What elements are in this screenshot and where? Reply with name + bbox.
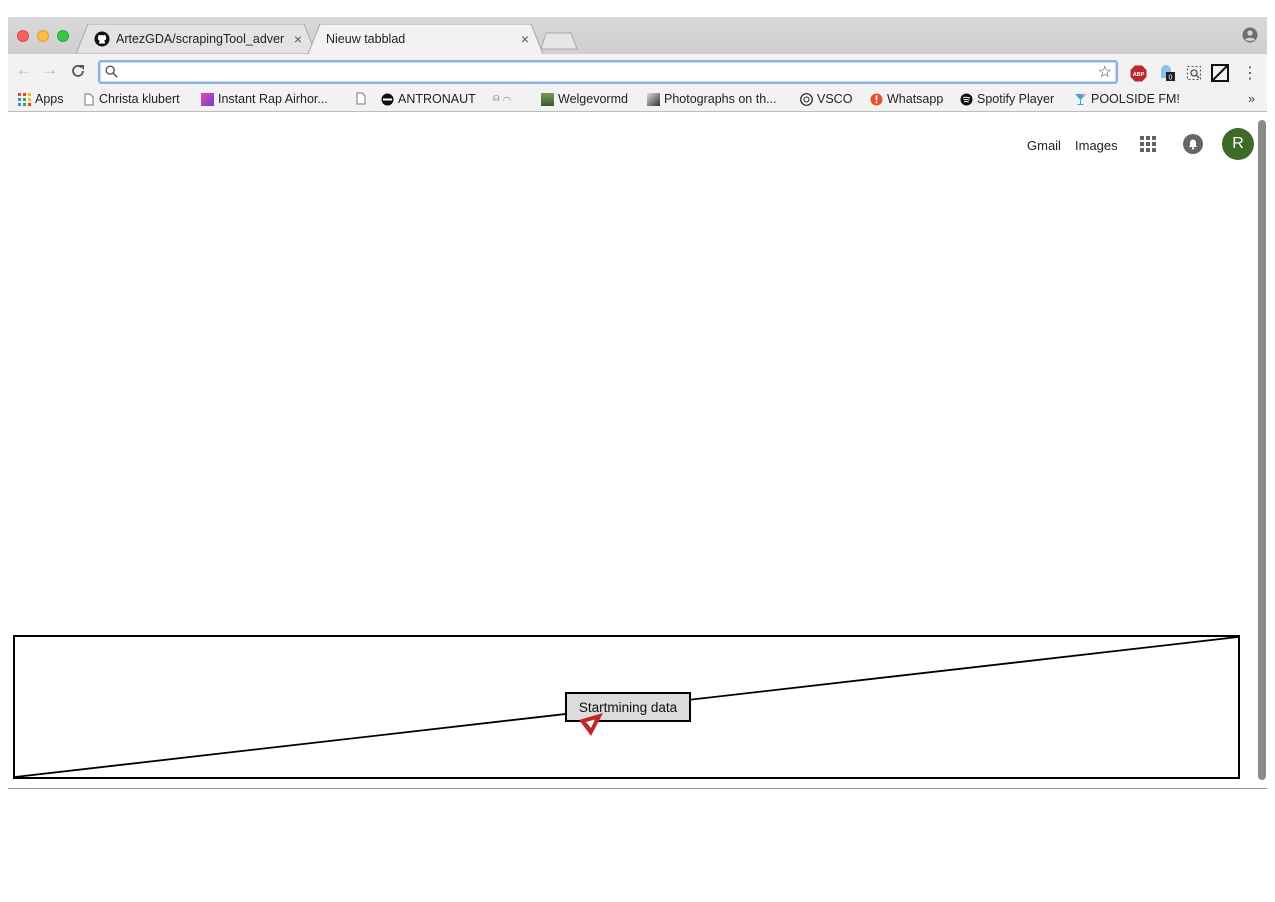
tab-new-tab[interactable]: Nieuw tabblad × [308,24,543,54]
tab-github[interactable]: ArtezGDA/scrapingTool_adver × [76,24,316,54]
bookmark-item[interactable]: Instant Rap Airhor... [201,92,328,106]
bookmark-label: Whatsapp [887,92,944,106]
address-bar[interactable]: ☆ [98,60,1118,84]
spotify-icon [960,93,973,105]
images-link[interactable]: Images [1075,138,1118,153]
image-icon [541,92,554,106]
bookmark-label: POOLSIDE FM! [1091,92,1180,106]
bookmark-label: Welgevormd [558,92,628,106]
svg-text:ABP: ABP [1132,72,1144,78]
bookmark-label: VSCO [817,92,853,106]
image-icon [201,92,214,106]
tab-strip: ArtezGDA/scrapingTool_adver × Nieuw tabb… [8,17,1267,54]
menu-kebab-icon[interactable]: ⋮ [1241,64,1259,82]
notifications-bell-icon[interactable] [1183,134,1203,154]
bookmark-item[interactable]: Photographs on th... [647,92,777,106]
profile-icon[interactable] [1242,27,1258,43]
cocktail-icon [1075,93,1086,105]
bookmarks-overflow-button[interactable]: » [1248,92,1255,106]
circle-icon [381,93,394,105]
page-icon [356,92,366,105]
bookmark-label: Christa klubert [99,92,180,106]
minimize-window-button[interactable] [37,30,49,42]
scrollbar[interactable] [1258,120,1266,780]
bookmark-item[interactable]: Christa klubert [82,92,180,106]
cursor-arrow-icon [579,713,603,736]
slash-box-icon[interactable] [1211,64,1229,82]
close-window-button[interactable] [17,30,29,42]
address-input[interactable] [122,63,1082,81]
tab-close-button[interactable]: × [294,31,302,47]
screenshot-icon[interactable] [1185,64,1203,82]
bookmark-item[interactable] [354,92,371,105]
bookmarks-bar: Apps Christa klubert Instant Rap Airhor.… [8,88,1267,112]
tab-title: Nieuw tabblad [326,32,406,46]
tab-close-button[interactable]: × [521,31,529,47]
adblock-icon[interactable]: ABP [1129,64,1147,82]
search-icon [105,65,118,78]
browser-toolbar: ← → ☆ ABP 0 ⋮ [8,54,1267,88]
bookmark-item[interactable]: ANTRONAUT [381,92,476,106]
reload-icon[interactable] [70,63,86,79]
symbol-icon: ⍝ ⌒ [493,92,512,104]
bookmark-label: Photographs on th... [664,92,777,106]
alert-icon [870,93,883,105]
star-bookmark-icon[interactable]: ☆ [1098,62,1112,82]
ghostery-icon[interactable]: 0 [1158,64,1176,82]
browser-window: ArtezGDA/scrapingTool_adver × Nieuw tabb… [8,17,1267,789]
forward-arrow-icon[interactable]: → [40,60,60,80]
bookmark-item[interactable]: Whatsapp [870,92,943,106]
svg-text:0: 0 [1169,75,1173,82]
image-icon [647,92,660,106]
tab-title: ArtezGDA/scrapingTool_adver [116,32,285,46]
bookmark-item[interactable]: Welgevormd [541,92,628,106]
gmail-link[interactable]: Gmail [1027,138,1061,153]
avatar[interactable]: R [1222,128,1254,160]
apps-grid-icon[interactable] [1140,136,1156,152]
vsco-icon [800,92,813,106]
bookmark-item[interactable]: POOLSIDE FM! [1074,92,1180,106]
bookmark-apps[interactable]: Apps [18,92,64,106]
new-tab-button[interactable] [540,32,578,50]
back-arrow-icon[interactable]: ← [14,60,34,80]
bookmark-label: Apps [35,92,64,106]
bookmark-label: Spotify Player [977,92,1055,106]
bookmark-label: Instant Rap Airhor... [218,92,328,106]
page-icon [84,93,94,105]
github-icon [94,31,110,47]
bookmark-label: ANTRONAUT [398,92,476,106]
bookmark-item[interactable]: Spotify Player [960,92,1054,106]
bookmark-item[interactable]: ⍝ ⌒ [493,92,515,105]
bookmark-item[interactable]: VSCO [800,92,852,106]
apps-grid-icon [18,92,31,106]
zoom-window-button[interactable] [57,30,69,42]
